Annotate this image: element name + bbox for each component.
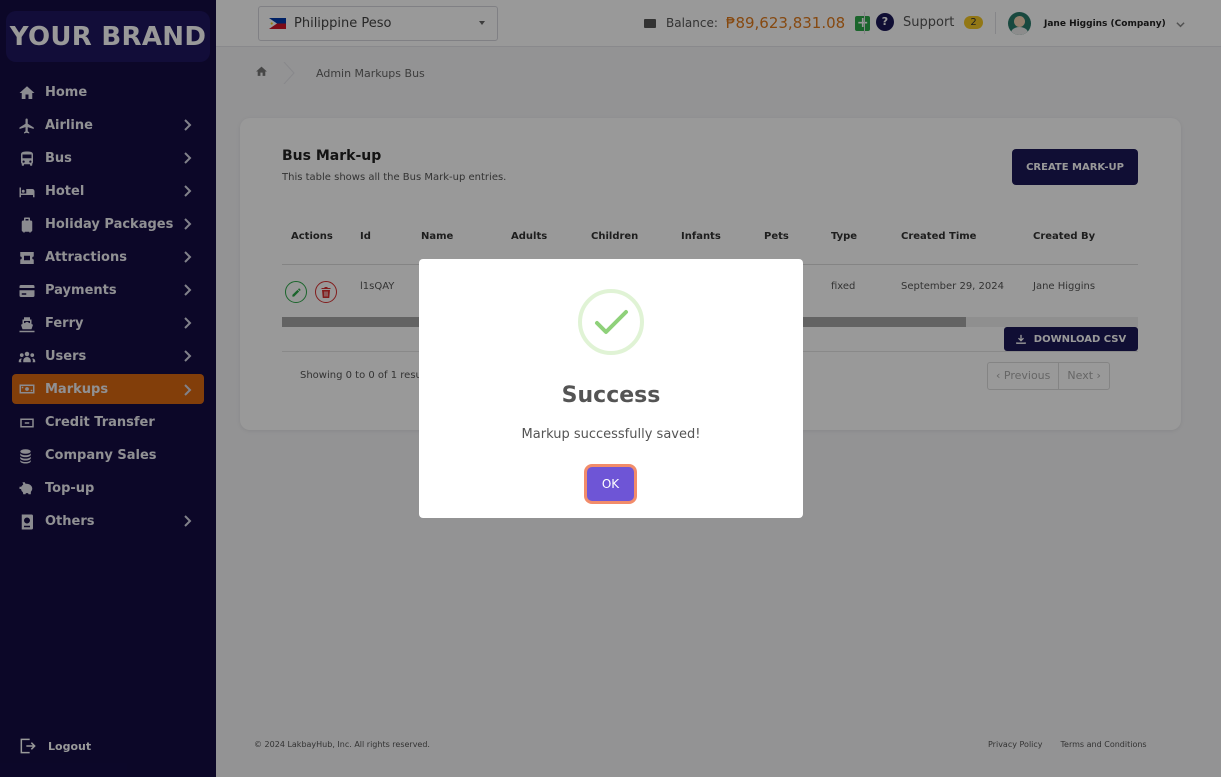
success-checkmark-icon	[578, 289, 644, 355]
ok-button[interactable]: OK	[587, 467, 634, 501]
success-dialog: Success Markup successfully saved! OK	[419, 259, 803, 518]
dialog-title: Success	[561, 383, 661, 408]
dialog-message: Markup successfully saved!	[521, 427, 701, 442]
